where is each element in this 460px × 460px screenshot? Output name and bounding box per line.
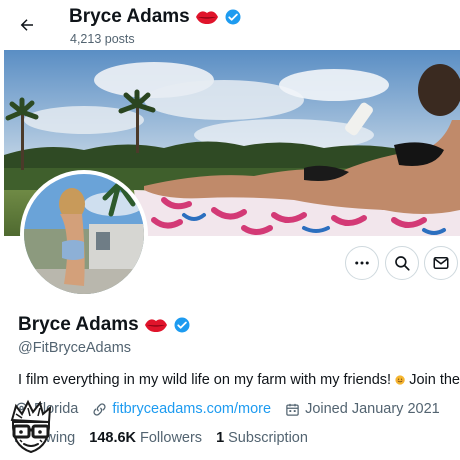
follow-counts: Following 148.6KFollowers 1Subscription <box>14 430 322 446</box>
mail-icon <box>433 257 449 269</box>
header-title: Bryce Adams <box>69 6 242 28</box>
post-count: 4,213 posts <box>70 32 135 46</box>
profile-bio: I film everything in my wild life on my … <box>18 372 460 388</box>
arrow-left-icon <box>20 19 33 31</box>
subscriptions-value: 1 <box>216 430 225 446</box>
back-button[interactable] <box>14 12 40 38</box>
lips-emoji <box>195 11 218 24</box>
avatar-photo <box>24 174 144 294</box>
more-button[interactable] <box>345 246 379 280</box>
subscriptions-label: Subscription <box>228 430 308 446</box>
avatar[interactable] <box>20 170 148 298</box>
bio-tail-text: Join the <box>409 372 460 388</box>
display-name-text: Bryce Adams <box>18 314 139 335</box>
search-icon <box>395 256 410 271</box>
message-button[interactable] <box>424 246 458 280</box>
verified-badge-icon <box>174 317 190 333</box>
more-icon <box>355 261 369 265</box>
subscriptions-count[interactable]: 1 Subscription <box>216 430 308 446</box>
header-name: Bryce Adams <box>69 6 190 27</box>
profile-name: Bryce Adams <box>18 314 191 336</box>
joined-text: Joined January 2021 <box>305 401 440 417</box>
cartoon-face-icon <box>10 399 52 454</box>
watermark-logo <box>2 398 60 456</box>
calendar-icon <box>286 403 299 416</box>
bio-text: I film everything in my wild life on my … <box>18 372 392 388</box>
profile-handle: @FitBryceAdams <box>18 340 132 356</box>
smile-emoji <box>395 375 405 385</box>
joined-item: Joined January 2021 <box>285 401 440 417</box>
followers-value: 148.6K <box>89 430 137 446</box>
lips-emoji <box>144 319 167 332</box>
website-item[interactable]: fitbryceadams.com/more <box>92 401 271 417</box>
followers-label: Followers <box>140 430 203 446</box>
top-bar: Bryce Adams 4,213 posts <box>0 0 460 50</box>
search-button[interactable] <box>385 246 419 280</box>
link-icon <box>93 402 106 416</box>
followers-count[interactable]: 148.6K Followers <box>89 430 202 446</box>
profile-meta: Florida fitbryceadams.com/more Joined Ja… <box>14 401 454 417</box>
website-link[interactable]: fitbryceadams.com/more <box>112 401 271 417</box>
verified-badge-icon <box>225 9 241 25</box>
